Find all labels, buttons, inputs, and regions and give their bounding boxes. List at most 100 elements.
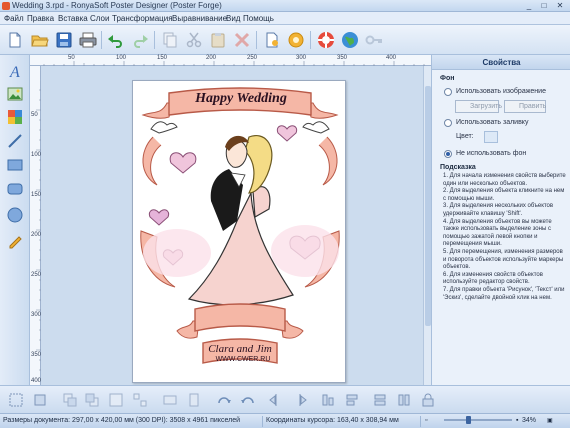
menu-view[interactable]: Вид bbox=[226, 14, 240, 23]
clipart-tool-icon[interactable] bbox=[5, 107, 25, 127]
flip-v-icon[interactable] bbox=[240, 392, 256, 408]
window-title: Wedding 3.rpd - RonyaSoft Poster Designe… bbox=[12, 1, 222, 10]
app-icon bbox=[2, 2, 10, 10]
menu-layers[interactable]: Слои bbox=[90, 14, 109, 23]
rectangle-tool-icon[interactable] bbox=[5, 155, 25, 175]
ruler-label: 150 bbox=[31, 192, 42, 198]
use-image-radio[interactable] bbox=[444, 88, 452, 96]
fit-page-icon[interactable]: ▣ bbox=[547, 417, 553, 424]
canvas-vertical-scrollbar[interactable] bbox=[423, 66, 431, 385]
rounded-rectangle-tool-icon[interactable] bbox=[5, 179, 25, 199]
redo-icon[interactable] bbox=[130, 30, 150, 50]
no-background-label[interactable]: Не использовать фон bbox=[456, 150, 526, 157]
print-icon[interactable] bbox=[78, 30, 98, 50]
same-width-icon[interactable] bbox=[372, 392, 388, 408]
align-center-icon[interactable] bbox=[268, 392, 284, 408]
ruler-label: 50 bbox=[68, 55, 75, 61]
ruler-label: 300 bbox=[296, 55, 307, 61]
ruler-label: 50 bbox=[31, 112, 38, 118]
undo-icon[interactable] bbox=[106, 30, 126, 50]
poster-page[interactable]: Happy Wedding Clara and Jim WWW.CWER.RU bbox=[132, 80, 346, 383]
hint-item: 6. Для изменения свойств объектов исполь… bbox=[443, 271, 543, 286]
ruler-label: 350 bbox=[337, 55, 348, 61]
menu-insert[interactable]: Вставка bbox=[58, 14, 88, 23]
rotate-left-icon[interactable] bbox=[162, 392, 178, 408]
align-middle-icon[interactable] bbox=[292, 392, 308, 408]
help-icon[interactable] bbox=[316, 30, 336, 50]
save-icon[interactable] bbox=[54, 30, 74, 50]
menu-edit[interactable]: Правка bbox=[27, 14, 54, 23]
hint-item: 1. Для начала изменения свойств выберите… bbox=[443, 173, 566, 187]
cursor-coordinates-status: Координаты курсора: 163,40 x 308,94 мм bbox=[266, 417, 399, 424]
lock-icon[interactable] bbox=[420, 392, 436, 408]
ruler-label: 350 bbox=[31, 352, 42, 358]
page-settings-icon[interactable] bbox=[262, 30, 282, 50]
delete-icon[interactable] bbox=[232, 30, 252, 50]
zoom-in-icon[interactable]: ▪ bbox=[516, 417, 518, 424]
key-icon[interactable] bbox=[364, 30, 384, 50]
web-icon[interactable] bbox=[340, 30, 360, 50]
horizontal-ruler: 50 100 150 200 250 300 350 400 bbox=[30, 55, 431, 66]
open-icon[interactable] bbox=[30, 30, 50, 50]
hint-item: 5. Для перемещения, изменения размеров и… bbox=[443, 248, 564, 271]
ruler-label: 400 bbox=[386, 55, 397, 61]
svg-text:A: A bbox=[9, 64, 20, 79]
close-button[interactable]: ✕ bbox=[553, 1, 567, 11]
minimize-button[interactable]: _ bbox=[522, 1, 536, 11]
zoom-slider[interactable] bbox=[444, 419, 512, 421]
menu-help[interactable]: Помощь bbox=[243, 14, 274, 23]
wedding-illustration[interactable] bbox=[133, 81, 347, 384]
ruler-label: 250 bbox=[247, 55, 258, 61]
menu-transform[interactable]: Трансформация bbox=[112, 14, 173, 23]
text-tool-icon[interactable]: A bbox=[5, 61, 25, 81]
zoom-level: 34% bbox=[522, 417, 537, 424]
use-fill-radio[interactable] bbox=[444, 119, 452, 127]
align-top-icon[interactable] bbox=[32, 392, 48, 408]
rotate-right-icon[interactable] bbox=[186, 392, 202, 408]
use-image-label[interactable]: Использовать изображение bbox=[456, 88, 546, 95]
bring-front-icon[interactable] bbox=[62, 392, 78, 408]
same-height-icon[interactable] bbox=[396, 392, 412, 408]
new-icon[interactable] bbox=[5, 30, 25, 50]
edit-button[interactable]: Править bbox=[504, 100, 546, 113]
send-back-icon[interactable] bbox=[84, 392, 100, 408]
ungroup-icon[interactable] bbox=[132, 392, 148, 408]
paste-icon[interactable] bbox=[208, 30, 228, 50]
group-icon[interactable] bbox=[108, 392, 124, 408]
maximize-button[interactable]: □ bbox=[537, 1, 551, 11]
hint-text: 1. Для начала изменения свойств выберите… bbox=[443, 173, 567, 302]
menu-file[interactable]: Файл bbox=[4, 14, 24, 23]
ruler-label: 100 bbox=[31, 152, 42, 158]
cut-icon[interactable] bbox=[184, 30, 204, 50]
poster-names-text[interactable]: Clara and Jim bbox=[199, 343, 281, 355]
zoom-slider-knob[interactable] bbox=[466, 416, 471, 424]
line-tool-icon[interactable] bbox=[5, 131, 25, 151]
ruler-label: 250 bbox=[31, 272, 42, 278]
menu-align[interactable]: Выравнивание bbox=[172, 14, 227, 23]
pencil-tool-icon[interactable] bbox=[5, 231, 25, 251]
use-fill-label[interactable]: Использовать заливку bbox=[456, 119, 528, 126]
load-button[interactable]: Загрузить bbox=[455, 100, 502, 113]
flip-h-icon[interactable] bbox=[216, 392, 232, 408]
ellipse-tool-icon[interactable] bbox=[5, 205, 25, 225]
image-tool-icon[interactable] bbox=[5, 84, 25, 104]
no-background-radio[interactable] bbox=[444, 150, 452, 158]
ruler-label: 200 bbox=[206, 55, 217, 61]
fill-color-swatch[interactable] bbox=[484, 131, 498, 143]
align-left-icon[interactable] bbox=[8, 392, 24, 408]
distribute-h-icon[interactable] bbox=[320, 392, 336, 408]
zoom-out-icon[interactable]: ▫ bbox=[425, 417, 427, 424]
title-bar: Wedding 3.rpd - RonyaSoft Poster Designe… bbox=[0, 0, 570, 12]
copy-icon[interactable] bbox=[160, 30, 180, 50]
hint-item: 3. Для выделения нескольких объектов уде… bbox=[443, 203, 554, 217]
hint-item: 2. Для выделения объекта кликните на нем… bbox=[443, 188, 565, 202]
load-button-label: Загрузить bbox=[470, 103, 502, 110]
panel-title: Свойства bbox=[432, 55, 570, 70]
poster-title-text[interactable]: Happy Wedding bbox=[185, 91, 297, 107]
poster-watermark-text: WWW.CWER.RU bbox=[215, 356, 271, 363]
document-size-status: Размеры документа: 297,00 x 420,00 мм (3… bbox=[3, 417, 240, 424]
settings-icon[interactable] bbox=[286, 30, 306, 50]
ruler-label: 400 bbox=[31, 378, 42, 384]
hint-item: 4. Для выделения объектов вы можете такж… bbox=[443, 218, 552, 248]
distribute-v-icon[interactable] bbox=[344, 392, 360, 408]
